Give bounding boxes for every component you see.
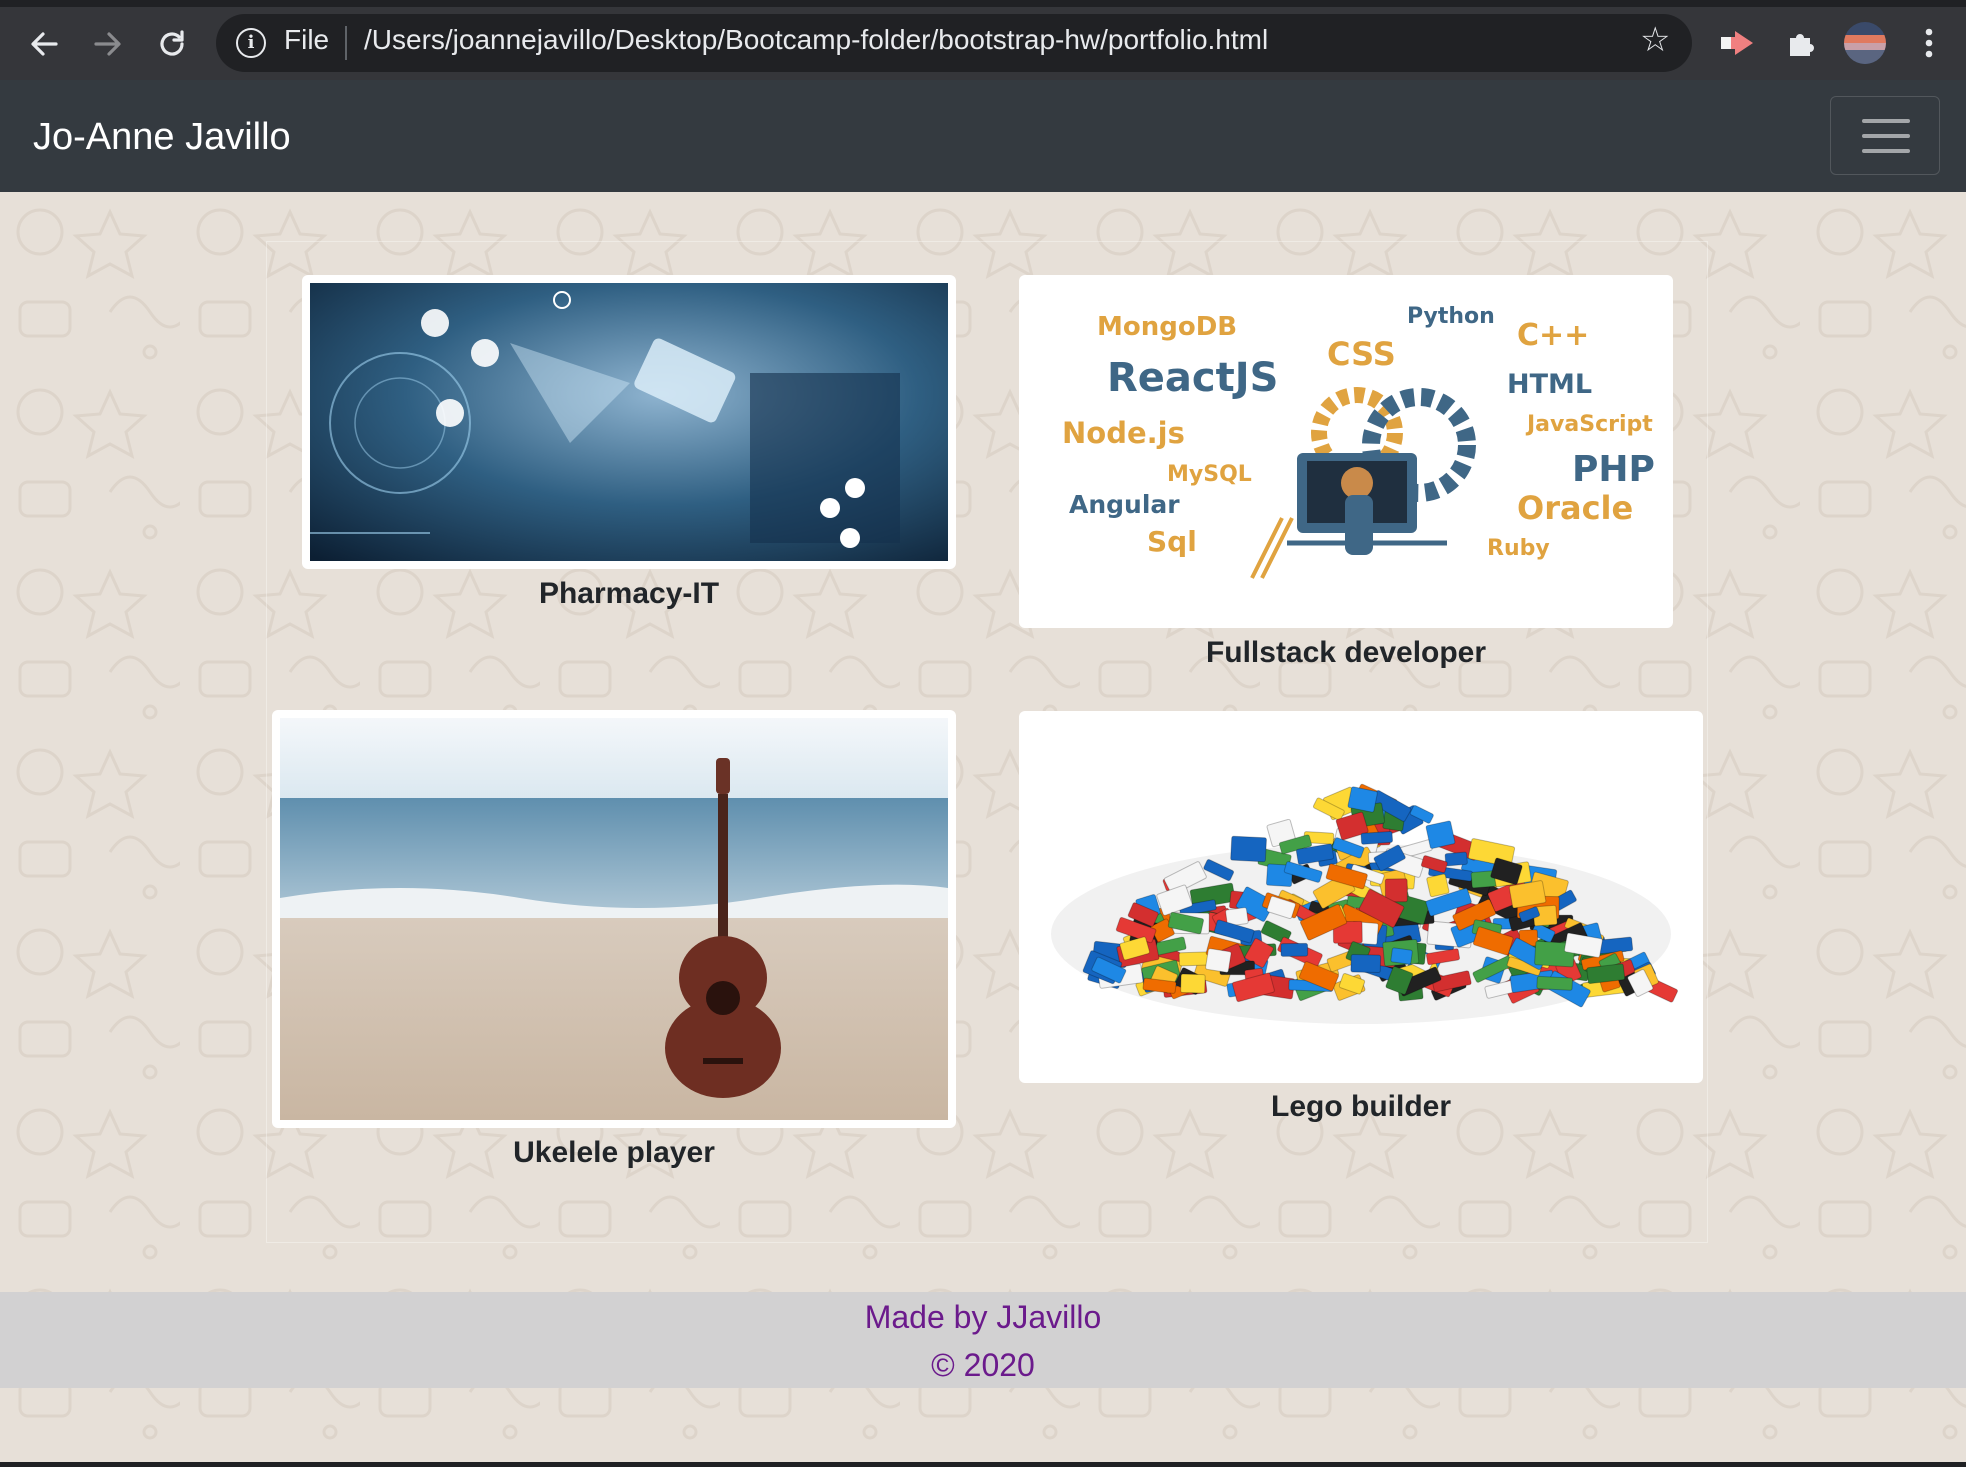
lego-image — [1027, 719, 1695, 1075]
hamburger-icon — [1862, 149, 1910, 153]
fullstack-image-word: MySQL — [1167, 462, 1252, 487]
navbar-toggler-button[interactable] — [1830, 96, 1940, 175]
fullstack-image-word: PHP — [1572, 449, 1655, 490]
fullstack-image-word: Sql — [1147, 525, 1197, 558]
portfolio-caption: Fullstack developer — [1205, 636, 1487, 669]
fullstack-image-word: MongoDB — [1097, 312, 1237, 342]
lego-brick — [1280, 942, 1309, 957]
site-info-icon[interactable]: i — [236, 28, 266, 58]
lego-brick — [1425, 820, 1456, 849]
portfolio-card-fullstack[interactable]: Python MongoDB C++ CSS ReactJS HTML JavaScript… — [1019, 275, 1673, 628]
lego-brick — [1536, 975, 1574, 991]
ukelele-image — [280, 718, 948, 1120]
navbar-brand[interactable]: Jo-Anne Javillo — [33, 116, 291, 159]
browser-toolbar: i File /Users/joannejavillo/Desktop/Boot… — [0, 0, 1966, 80]
fullstack-image: Python MongoDB C++ CSS ReactJS HTML JavaScript… — [1027, 283, 1665, 620]
hamburger-icon — [1862, 134, 1910, 138]
lego-brick — [1426, 873, 1450, 898]
fullstack-image-word: JavaScript — [1525, 412, 1653, 437]
reload-icon[interactable] — [148, 20, 196, 68]
forward-icon[interactable] — [84, 20, 132, 68]
fullstack-image-word: Node.js — [1062, 416, 1185, 450]
bookmark-star-icon[interactable]: ☆ — [1640, 20, 1670, 60]
lego-brick — [1230, 835, 1267, 863]
footer-made-by: Made by JJavillo — [864, 1299, 1102, 1335]
site-navbar: Jo-Anne Javillo — [0, 80, 1966, 192]
footer-copyright: © 2020 — [931, 1347, 1035, 1383]
pharmacy-it-image — [310, 283, 948, 561]
lego-brick — [1444, 851, 1468, 867]
fullstack-image-word: HTML — [1507, 369, 1592, 400]
extensions-puzzle-icon[interactable] — [1778, 20, 1824, 66]
portfolio-caption: Ukelele player — [513, 1136, 715, 1169]
lego-brick — [1347, 786, 1378, 813]
lego-brick — [1205, 948, 1232, 973]
window-bottom-edge — [0, 1462, 1966, 1467]
fullstack-image-word: Ruby — [1487, 536, 1550, 561]
portfolio-caption: Lego builder — [1271, 1090, 1451, 1123]
fullstack-image-word: C++ — [1517, 318, 1589, 353]
browser-menu-icon[interactable] — [1906, 20, 1952, 66]
portfolio-caption: Pharmacy-IT — [538, 577, 720, 610]
fullstack-image-word: Oracle — [1517, 489, 1633, 527]
url-separator — [345, 26, 347, 60]
site-footer: Made by JJavillo © 2020 — [0, 1292, 1966, 1388]
lego-brick — [1180, 973, 1206, 994]
portfolio-card-pharmacy-it[interactable] — [302, 275, 956, 569]
fullstack-image-word: Angular — [1069, 490, 1180, 519]
lego-brick — [1350, 954, 1382, 974]
extension-arrow-icon[interactable] — [1714, 20, 1760, 66]
profile-avatar[interactable] — [1842, 20, 1888, 66]
lego-brick — [1390, 947, 1413, 965]
tab-strip-edge — [0, 0, 1966, 7]
portfolio-card-lego[interactable] — [1019, 711, 1703, 1083]
url-text[interactable]: /Users/joannejavillo/Desktop/Bootcamp-fo… — [364, 24, 1268, 56]
fullstack-image-word: CSS — [1327, 335, 1396, 373]
back-icon[interactable] — [20, 20, 68, 68]
portfolio-card-ukelele[interactable] — [272, 710, 956, 1128]
url-scheme-label: File — [284, 24, 330, 55]
hamburger-icon — [1862, 119, 1910, 123]
fullstack-image-word: Python — [1407, 304, 1495, 329]
lego-brick — [1360, 831, 1394, 845]
fullstack-image-word: ReactJS — [1107, 355, 1278, 401]
